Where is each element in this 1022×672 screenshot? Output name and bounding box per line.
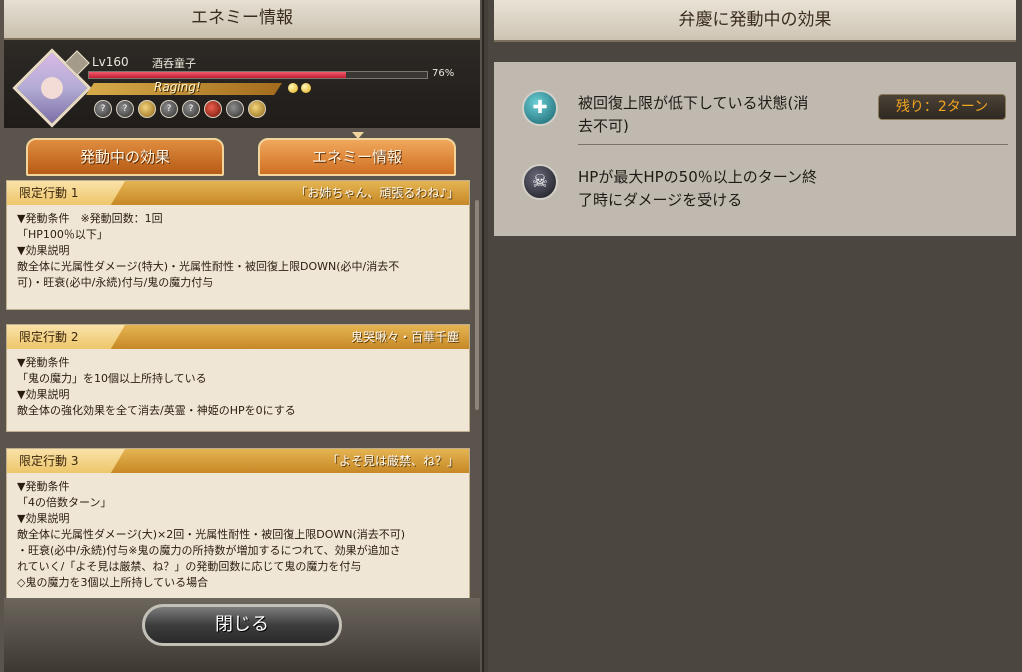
action-line: 「鬼の魔力」を10個以上所持している [17, 372, 207, 385]
enemy-info-panel: エネミー情報 Lv160 酒呑童子 76% Raging! ? ? ? ? 発動… [0, 0, 484, 672]
demon-power-icon[interactable] [248, 100, 266, 118]
action-line: ▼発動条件 [17, 356, 70, 369]
effect-description: 被回復上限が低下している状態(消 去不可) [578, 92, 858, 138]
list-item: 限定行動 3 「よそ見は厳禁、ね？」 ▼発動条件 「4の倍数ターン」 ▼効果説明… [6, 448, 470, 600]
skull-icon: ☠ [522, 164, 558, 200]
panel-title: 弁慶に発動中の効果 [494, 0, 1016, 42]
effect-description: HPが最大HPの50％以上のターン終 了時にダメージを受ける [578, 166, 878, 212]
action-line: 可)・旺衰(必中/永続)付与/鬼の魔力付与 [17, 276, 214, 289]
action-line: 「4の倍数ターン」 [17, 496, 112, 509]
skull-icon[interactable] [226, 100, 244, 118]
action-line: 敵全体に光属性ダメージ(特大)・光属性耐性・被回復上限DOWN(必中/消去不 [17, 260, 400, 273]
action-line: ▼効果説明 [17, 512, 70, 525]
heal-down-icon: ✚ [522, 90, 558, 126]
debuff-icon[interactable]: ? [160, 100, 178, 118]
action-line: 敵全体の強化効果を全て消去/英霊・神姫のHPを0にする [17, 404, 296, 417]
debuff-icon[interactable]: ? [182, 100, 200, 118]
effect-text-line: 了時にダメージを受ける [578, 191, 743, 209]
panel-title: エネミー情報 [4, 0, 480, 40]
debuff-icon[interactable]: ? [116, 100, 134, 118]
tab-active-effects[interactable]: 発動中の効果 [26, 138, 224, 176]
list-item: 限定行動 2 鬼哭啾々・百華千塵 ▼発動条件 「鬼の魔力」を10個以上所持してい… [6, 324, 470, 432]
action-name: 鬼哭啾々・百華千塵 [350, 330, 459, 344]
action-line: れていく/「よそ見は厳禁、ね？」の発動回数に応じて鬼の魔力を付与 [17, 560, 362, 573]
action-line: ◇鬼の魔力を3個以上所持している場合 [17, 576, 209, 589]
effect-text-line: HPが最大HPの50％以上のターン終 [578, 168, 817, 186]
action-tag: 限定行動 3 [7, 449, 125, 473]
action-line: ▼効果説明 [17, 388, 70, 401]
turns-remaining-badge: 残り：2ターン [878, 94, 1006, 120]
charge-orb-icon [301, 83, 311, 93]
effect-text-line: 被回復上限が低下している状態(消 [578, 94, 809, 112]
enemy-profile: Lv160 酒呑童子 76% Raging! ? ? ? ? [4, 40, 480, 128]
active-effects-panel: 弁慶に発動中の効果 ✚ 被回復上限が低下している状態(消 去不可) 残り：2ター… [488, 0, 1022, 672]
action-tag: 限定行動 1 [7, 181, 125, 205]
action-line: 「HP100％以下」 [17, 228, 108, 241]
action-tag: 限定行動 2 [7, 325, 125, 349]
enemy-name: 酒呑童子 [152, 57, 196, 70]
buff-icon[interactable] [138, 100, 156, 118]
hp-percent: 76% [432, 68, 455, 79]
rage-status: Raging! [154, 80, 201, 94]
tab-enemy-info[interactable]: エネミー情報 [258, 138, 456, 176]
hp-bar-fill [89, 72, 346, 78]
hp-bar [88, 71, 428, 79]
action-line: ▼発動条件 ※発動回数：1回 [17, 212, 163, 225]
action-line: 敵全体に光属性ダメージ(大)×2回・光属性耐性・被回復上限DOWN(消去不可) [17, 528, 406, 541]
action-line: ・旺衰(必中/永続)付与※鬼の魔力の所持数が増加するにつれて、効果が追加さ [17, 544, 401, 557]
scrollbar[interactable] [475, 200, 479, 410]
action-line: ▼発動条件 [17, 480, 70, 493]
effect-text-line: 去不可) [578, 117, 629, 135]
list-item: 限定行動 1 「お姉ちゃん、頑張るわね♪」 ▼発動条件 ※発動回数：1回 「HP… [6, 180, 470, 310]
action-name: 「よそ見は厳禁、ね？」 [326, 454, 459, 468]
action-list[interactable]: 限定行動 1 「お姉ちゃん、頑張るわね♪」 ▼発動条件 ※発動回数：1回 「HP… [6, 180, 472, 600]
action-line: ▼効果説明 [17, 244, 70, 257]
charge-orb-icon [288, 83, 298, 93]
action-name: 「お姉ちゃん、頑張るわね♪」 [295, 186, 459, 200]
no-item-icon[interactable] [204, 100, 222, 118]
enemy-level: Lv160 [92, 55, 129, 69]
divider [578, 144, 1008, 145]
debuff-icon[interactable]: ? [94, 100, 112, 118]
close-button[interactable]: 閉じる [142, 604, 342, 646]
effects-list: ✚ 被回復上限が低下している状態(消 去不可) 残り：2ターン ☠ HPが最大H… [494, 62, 1016, 236]
